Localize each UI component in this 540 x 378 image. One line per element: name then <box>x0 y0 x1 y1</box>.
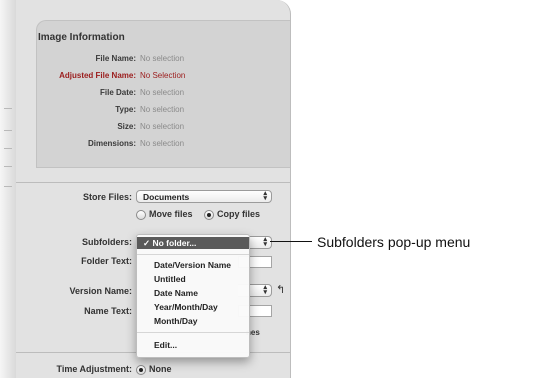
image-information-title: Image Information <box>38 32 125 43</box>
type-label: Type: <box>115 105 136 114</box>
edge-notch <box>4 108 12 109</box>
section-divider <box>16 182 290 183</box>
menu-item-year-month-day[interactable]: Year/Month/Day <box>137 301 249 313</box>
file-date-label: File Date: <box>99 88 136 97</box>
menu-item-no-folder[interactable]: ✓ No folder... <box>137 237 249 249</box>
move-files-label: Move files <box>149 209 193 219</box>
size-label: Size: <box>117 122 136 131</box>
copy-files-radio[interactable] <box>204 210 214 220</box>
name-text-label: Name Text: <box>84 306 132 316</box>
menu-item-month-day[interactable]: Month/Day <box>137 315 249 327</box>
version-name-label: Version Name: <box>69 286 132 296</box>
subfolders-label: Subfolders: <box>81 237 132 247</box>
menu-separator <box>137 332 249 333</box>
adjusted-file-name-label: Adjusted File Name: <box>59 71 136 80</box>
type-value: No selection <box>140 105 185 114</box>
window-edge <box>0 0 17 378</box>
file-date-value: No selection <box>140 88 185 97</box>
menu-item-untitled[interactable]: Untitled <box>137 273 249 285</box>
edge-notch <box>4 186 12 187</box>
time-adjustment-none-label: None <box>149 364 172 374</box>
menu-item-date-version-name[interactable]: Date/Version Name <box>137 259 249 271</box>
popup-arrows-icon: ▴ ▾ <box>263 190 267 202</box>
popup-arrows-icon: ▴ ▾ <box>263 236 267 248</box>
copy-files-label: Copy files <box>217 209 261 219</box>
revert-arrow-icon[interactable]: ↰ <box>276 283 285 296</box>
store-files-popup[interactable]: Documents ▴ ▾ <box>136 190 272 203</box>
subfolders-popup-menu: ✓ No folder... Date/Version Name Untitle… <box>136 234 250 358</box>
store-files-value: Documents <box>143 192 190 202</box>
time-adjustment-none-radio[interactable] <box>136 365 146 375</box>
dimensions-value: No selection <box>140 139 185 148</box>
size-value: No selection <box>140 122 185 131</box>
move-files-radio[interactable] <box>136 210 146 220</box>
edge-notch <box>4 148 12 149</box>
adjusted-file-name-value: No Selection <box>140 71 186 80</box>
menu-item-edit[interactable]: Edit... <box>137 339 249 351</box>
menu-separator <box>137 254 249 255</box>
file-name-value: No selection <box>140 54 185 63</box>
file-name-label: File Name: <box>95 54 136 63</box>
callout-label: Subfolders pop-up menu <box>317 234 471 250</box>
folder-text-label: Folder Text: <box>81 256 132 266</box>
popup-arrows-icon: ▴ ▾ <box>263 284 267 296</box>
time-adjustment-label: Time Adjustment: <box>56 364 132 374</box>
store-files-label: Store Files: <box>82 192 132 202</box>
edge-notch <box>4 130 12 131</box>
dimensions-label: Dimensions: <box>87 139 136 148</box>
menu-item-date-name[interactable]: Date Name <box>137 287 249 299</box>
callout-line <box>270 241 312 242</box>
edge-notch <box>4 166 12 167</box>
